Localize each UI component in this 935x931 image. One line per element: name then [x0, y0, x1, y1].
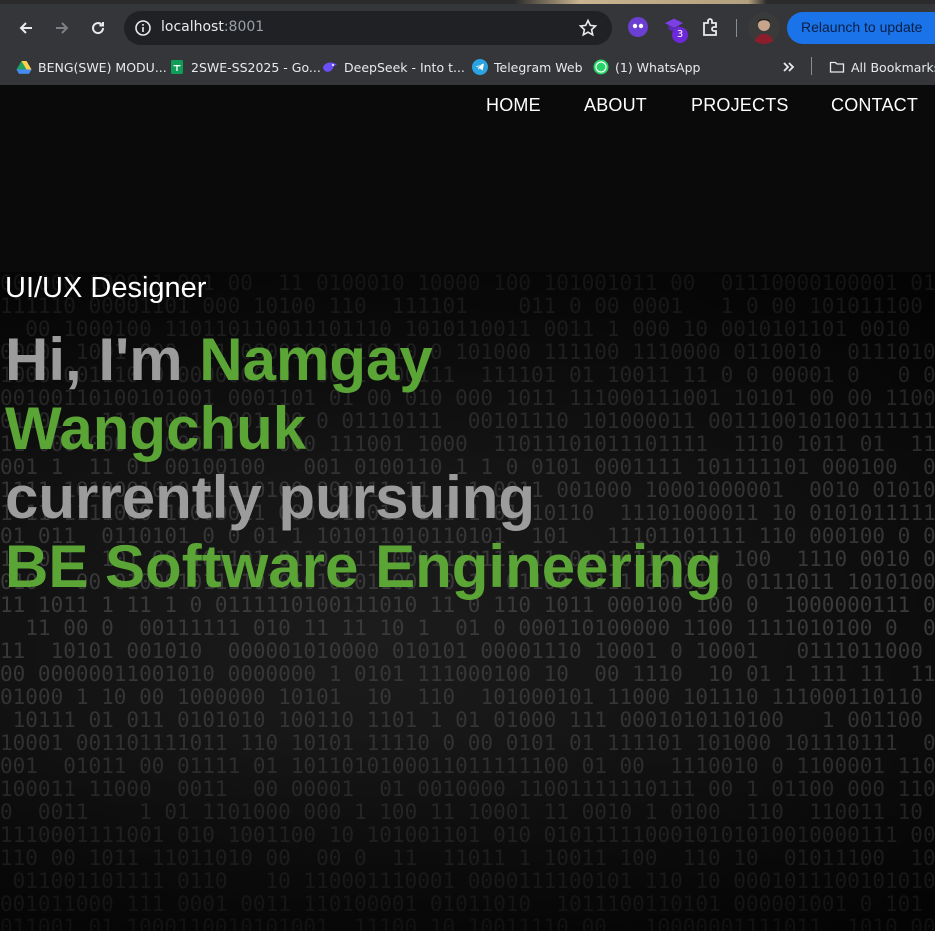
deepseek-icon — [323, 62, 337, 72]
bookmark-item[interactable]: (1) WhatsApp — [593, 55, 700, 79]
arrow-left-icon — [19, 22, 32, 34]
extension-with-badge[interactable]: 3 — [664, 15, 690, 43]
last-name: Wangchuk — [5, 395, 307, 462]
bookmark-label: BENG(SWE) MODU... — [38, 59, 167, 75]
puzzle-piece-icon[interactable] — [700, 16, 722, 38]
nav-home-link[interactable]: HOME — [486, 95, 541, 116]
extension-badge: 3 — [672, 27, 688, 43]
bookmark-label: (1) WhatsApp — [615, 59, 701, 75]
ghost-extension-icon[interactable] — [627, 16, 649, 38]
address-bar[interactable]: localhost:8001 — [124, 11, 612, 45]
back-button[interactable] — [12, 14, 40, 42]
relaunch-button[interactable]: Relaunch to update — [787, 12, 935, 44]
all-bookmarks-button[interactable]: All Bookmarks — [829, 55, 935, 79]
arrow-right-icon — [56, 22, 69, 34]
nav-about-link[interactable]: ABOUT — [584, 95, 647, 116]
google-sheets-icon — [171, 60, 183, 74]
url-text: localhost:8001 — [161, 19, 264, 35]
url-host: localhost — [161, 19, 224, 35]
bookmark-label: Telegram Web — [494, 59, 583, 75]
nav-projects-link[interactable]: PROJECTS — [691, 95, 789, 116]
toolbar-divider — [736, 19, 737, 37]
info-icon[interactable] — [134, 19, 152, 37]
bookmark-item[interactable]: BENG(SWE) MODU... — [16, 55, 167, 79]
folder-icon — [829, 61, 845, 73]
whatsapp-icon — [593, 59, 609, 75]
person-icon — [748, 12, 780, 44]
double-chevron-right-icon — [783, 62, 795, 72]
bookmarks-bar: BENG(SWE) MODU... 2SWE-SS2025 - Go... De… — [0, 50, 935, 85]
bookmark-star-icon[interactable] — [578, 18, 598, 38]
nav-contact-link[interactable]: CONTACT — [831, 95, 918, 116]
greeting-text: Hi, I'm — [5, 326, 200, 393]
bookmark-label: DeepSeek - Into t... — [344, 59, 465, 75]
bookmark-item[interactable]: Telegram Web — [472, 55, 583, 79]
degree-text: BE Software Engineering — [5, 533, 722, 600]
google-drive-icon — [16, 61, 32, 74]
telegram-icon — [472, 59, 488, 75]
browser-toolbar: localhost:8001 3 Relaunch to update — [0, 4, 935, 50]
site-header: HOME ABOUT PROJECTS CONTACT — [4, 85, 935, 272]
reload-button[interactable] — [84, 14, 112, 42]
pursuing-text: currently pursuing — [5, 464, 536, 531]
forward-button[interactable] — [48, 14, 76, 42]
role-title: UI/UX Designer — [5, 272, 207, 304]
url-port: :8001 — [223, 19, 265, 35]
webpage: HOME ABOUT PROJECTS CONTACT 00 000 10001… — [0, 85, 935, 931]
first-name: Namgay — [199, 326, 433, 393]
bookmarks-overflow-button[interactable] — [781, 55, 797, 79]
browser-chrome: localhost:8001 3 Relaunch to update BENG… — [0, 0, 935, 85]
reload-icon — [92, 22, 105, 35]
bookmark-item[interactable]: DeepSeek - Into t... — [322, 55, 465, 79]
hero-headline: Hi, I'm Namgay Wangchuk currently pursui… — [5, 325, 722, 601]
relaunch-label: Relaunch to update — [801, 19, 923, 35]
profile-avatar[interactable] — [748, 12, 780, 44]
bookmark-item[interactable]: 2SWE-SS2025 - Go... — [169, 55, 321, 79]
all-bookmarks-label: All Bookmarks — [851, 59, 935, 75]
bookmarks-divider — [811, 57, 812, 75]
bookmark-label: 2SWE-SS2025 - Go... — [191, 59, 321, 75]
